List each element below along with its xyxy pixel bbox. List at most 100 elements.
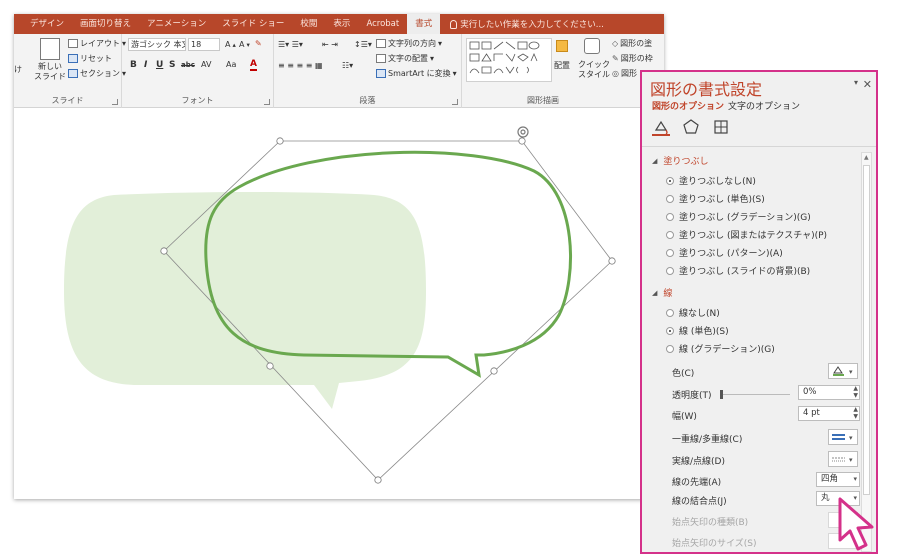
slide-canvas[interactable] [14,109,664,499]
shrink-font-button[interactable]: A ▾ [239,40,250,49]
font-group: 游ゴシック 本文 18 A ▴ A ▾ ✎ B I U S abc AV Aa A … [122,34,274,108]
effects-pentagon-icon[interactable] [682,118,700,136]
transparency-slider-knob[interactable] [720,390,723,399]
section-button[interactable]: セクション ▾ [68,68,126,79]
bold-button[interactable]: B [130,60,137,70]
line-spacing-icon[interactable]: ↕☰▾ [354,40,372,49]
dash-type-button[interactable]: ▾ [828,451,858,467]
rotate-handle-icon[interactable] [517,126,529,138]
fill-option-picture[interactable]: 塗りつぶし (図またはテクスチャ)(P) [666,228,827,241]
layout-button[interactable]: レイアウト ▾ [68,38,126,49]
size-properties-icon[interactable] [712,118,730,136]
drawing-group-label: 図形描画 [527,96,559,105]
slide-drawing [64,126,616,484]
line-option-none[interactable]: 線なし(N) [666,306,720,319]
shadow-button[interactable]: S [169,60,175,70]
reset-button[interactable]: リセット [68,53,112,64]
tab-text-options[interactable]: 文字のオプション [728,99,800,112]
indent-icon[interactable]: ⇤ ⇥ [322,40,338,49]
shape-outline-button[interactable]: ✎ 図形の枠 [612,53,653,64]
tab-acrobat[interactable]: Acrobat [358,14,407,34]
line-color-button[interactable]: ▾ [828,363,858,379]
columns-icon[interactable]: ☷▾ [342,61,353,70]
section-icon [68,69,78,78]
italic-button[interactable]: I [144,60,147,70]
svg-text:▾: ▾ [849,456,853,464]
radio-icon [666,212,674,221]
spinner-icon[interactable]: ▲ ▼ [853,385,858,399]
fill-section-header[interactable]: ◢ 塗りつぶし [652,154,708,168]
cap-type-select[interactable]: 四角 ▾ [816,472,860,487]
tab-shape-options[interactable]: 図形のオプション [652,99,724,112]
fill-option-none[interactable]: 塗りつぶしなし(N) [666,174,756,187]
tab-slideshow[interactable]: スライド ショー [214,14,292,34]
line-option-label: 線 (グラデーション)(G) [679,345,775,355]
quick-styles-icon[interactable] [584,38,600,54]
fill-option-background[interactable]: 塗りつぶし (スライドの背景)(B) [666,264,810,277]
scroll-thumb[interactable] [863,165,870,495]
slides-launcher-icon[interactable] [112,99,118,105]
fill-option-solid[interactable]: 塗りつぶし (単色)(S) [666,192,765,205]
begin-arrow-type-label: 始点矢印の種類(B) [672,518,749,528]
clear-format-icon[interactable]: ✎ [255,39,262,48]
tab-review[interactable]: 校閲 [292,14,325,34]
spacing-button[interactable]: AV [201,60,211,69]
arrange-button[interactable]: 配置 [554,60,570,71]
tab-view[interactable]: 表示 [325,14,358,34]
line-option-gradient[interactable]: 線 (グラデーション)(G) [666,342,775,355]
new-slide-icon[interactable] [40,38,60,60]
slides-group-label: スライド [51,96,84,105]
slides-group: け 新しい スライド レイアウト ▾ リセット セクション ▾ スライド [14,34,126,108]
text-align-button[interactable]: 文字の配置 ▾ [376,53,434,64]
grow-font-button[interactable]: A ▴ [225,40,236,49]
effects-icon: ◎ [612,69,619,78]
shape-gallery[interactable] [466,38,552,82]
quick-styles-button[interactable]: クイック スタイル [578,60,610,80]
compound-type-button[interactable]: ▾ [828,429,858,445]
paste-fragment[interactable]: け [14,64,22,75]
arrange-icon[interactable] [556,40,568,52]
smartart-button[interactable]: SmartArt に変換 ▾ [376,68,457,79]
text-direction-button[interactable]: 文字列の方向 ▾ [376,38,442,49]
shape-fill-button[interactable]: ◇ 図形の塗 [612,38,652,49]
fill-line-icon[interactable] [652,118,670,136]
line-option-label: 線なし(N) [679,309,720,319]
underline-button[interactable]: U [156,60,163,70]
tab-transitions[interactable]: 画面切り替え [72,14,139,34]
text-direction-label: 文字列の方向 [388,39,436,48]
transparency-value: 0% [803,387,817,397]
fill-option-label: 塗りつぶし (単色)(S) [679,195,765,205]
line-section-header[interactable]: ◢ 線 [652,286,672,300]
font-size-value: 18 [191,40,202,49]
smartart-label: SmartArt に変換 [388,69,451,78]
font-launcher-icon[interactable] [264,99,270,105]
tab-format[interactable]: 書式 [407,14,441,34]
close-icon[interactable]: ✕ [863,78,872,91]
width-input[interactable]: 4 pt ▲ ▼ [798,406,860,421]
align-icons[interactable]: ≡ ≡ ≡ ≡ ▦ [278,61,323,70]
font-color-button[interactable]: A [250,59,257,71]
fill-option-pattern[interactable]: 塗りつぶし (パターン)(A) [666,246,783,259]
tell-me-box[interactable]: 実行したい作業を入力してください... [440,18,614,30]
strike-button[interactable]: abc [181,61,195,69]
begin-arrow-size-label: 始点矢印のサイズ(S) [672,539,757,549]
spinner-icon[interactable]: ▲ ▼ [853,406,858,420]
pane-scrollbar[interactable]: ▲ [861,152,872,552]
new-slide-button[interactable]: 新しい スライド [34,62,66,82]
font-size-combo[interactable]: 18 [188,38,220,51]
transparency-input[interactable]: 0% ▲ ▼ [798,385,860,400]
transparency-slider-track[interactable] [720,394,790,395]
shape-effects-button[interactable]: ◎ 図形 [612,68,637,79]
fill-option-gradient[interactable]: 塗りつぶし (グラデーション)(G) [666,210,811,223]
line-option-solid[interactable]: 線 (単色)(S) [666,324,729,337]
smartart-icon [376,69,386,78]
paragraph-launcher-icon[interactable] [452,99,458,105]
bullets-icon[interactable]: ☰▾ ☰▾ [278,40,303,49]
font-name-combo[interactable]: 游ゴシック 本文 [128,38,186,51]
fill-option-label: 塗りつぶしなし(N) [679,177,756,187]
change-case-button[interactable]: Aa [226,60,236,69]
scroll-up-icon[interactable]: ▲ [864,155,869,161]
tab-design[interactable]: デザイン [22,14,72,34]
tab-animations[interactable]: アニメーション [139,14,214,34]
pane-options-icon[interactable]: ▾ [854,78,858,87]
